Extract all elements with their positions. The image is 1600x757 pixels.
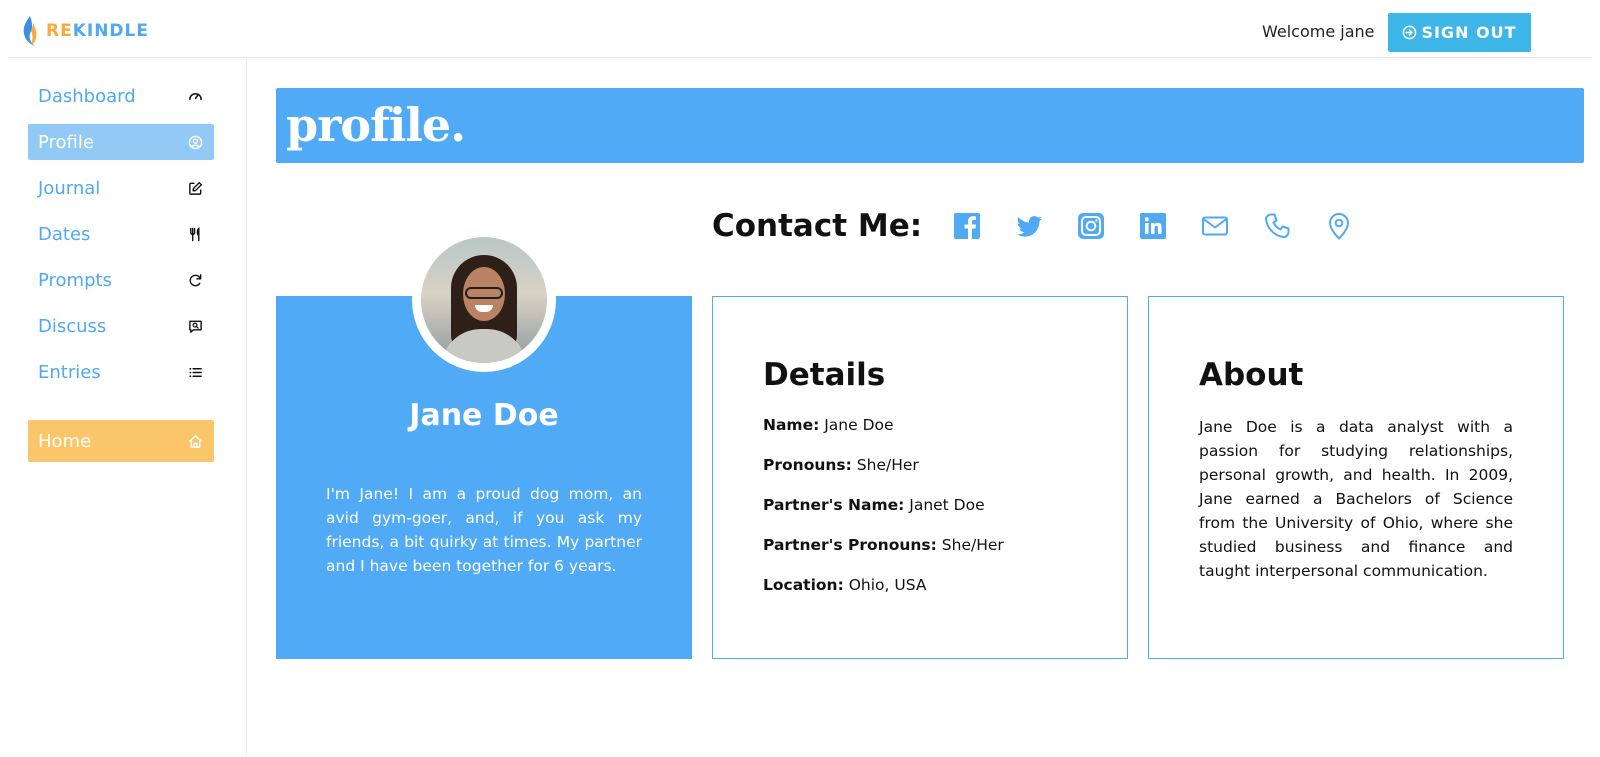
sign-out-button[interactable]: SIGN OUT (1388, 13, 1531, 52)
sidebar-item-label: Dates (38, 223, 91, 245)
instagram-icon[interactable] (1074, 209, 1108, 243)
app-logo[interactable]: REKINDLE (20, 15, 149, 47)
sidebar-item-dates[interactable]: Dates (28, 216, 214, 252)
sign-out-icon (1403, 25, 1417, 40)
twitter-icon[interactable] (1012, 209, 1046, 243)
about-card: About Jane Doe is a data analyst with a … (1148, 296, 1564, 659)
top-bar: REKINDLE Welcome jane SIGN OUT (8, 0, 1592, 58)
profile-photo (421, 237, 547, 363)
about-title: About (1199, 357, 1304, 393)
sidebar-item-label: Home (38, 430, 92, 452)
detail-location: Location: Ohio, USA (763, 576, 926, 594)
home-icon (186, 432, 204, 450)
sidebar-item-entries[interactable]: Entries (28, 354, 214, 390)
detail-value: Ohio, USA (848, 576, 927, 594)
sidebar-item-home[interactable]: Home (28, 420, 214, 462)
facebook-icon[interactable] (950, 209, 984, 243)
sidebar-item-label: Journal (38, 177, 101, 199)
page-title: profile. (286, 98, 466, 152)
sidebar-item-label: Discuss (38, 315, 107, 337)
detail-value: She/Her (941, 536, 1004, 554)
detail-label: Partner's Name: (763, 496, 905, 514)
profile-bio: I'm Jane! I am a proud dog mom, an avid … (326, 485, 642, 575)
sidebar-item-prompts[interactable]: Prompts (28, 262, 214, 298)
detail-partner-name: Partner's Name: Janet Doe (763, 496, 985, 514)
welcome-text: Welcome jane (1262, 22, 1375, 41)
user-circle-icon (186, 133, 204, 151)
location-pin-icon[interactable] (1322, 209, 1356, 243)
detail-pronouns: Pronouns: She/Her (763, 456, 919, 474)
details-card: Details Name: Jane Doe Pronouns: She/Her… (712, 296, 1128, 659)
sidebar-item-profile[interactable]: Profile (28, 124, 214, 160)
detail-label: Pronouns: (763, 456, 852, 474)
detail-value: Janet Doe (909, 496, 985, 514)
detail-label: Location: (763, 576, 844, 594)
utensils-icon (186, 225, 204, 243)
sidebar-item-discuss[interactable]: Discuss (28, 308, 214, 344)
sidebar-item-label: Prompts (38, 269, 112, 291)
sidebar-item-label: Dashboard (38, 85, 136, 107)
message-search-icon (186, 317, 204, 335)
detail-value: Jane Doe (824, 416, 894, 434)
flame-logo-icon (23, 16, 37, 46)
contact-row: Contact Me: (712, 208, 1384, 244)
sidebar-item-label: Profile (38, 131, 94, 153)
avatar (412, 228, 556, 372)
detail-label: Partner's Pronouns: (763, 536, 937, 554)
detail-name: Name: Jane Doe (763, 416, 894, 434)
sidebar: Dashboard Profile Journal Dates Prompts … (8, 59, 247, 757)
profile-name: Jane Doe (409, 398, 559, 433)
sidebar-item-dashboard[interactable]: Dashboard (28, 78, 214, 114)
edit-icon (186, 179, 204, 197)
page-banner: profile. (276, 88, 1584, 163)
sign-out-label: SIGN OUT (1421, 23, 1517, 42)
phone-icon[interactable] (1260, 209, 1294, 243)
gauge-icon (186, 87, 204, 105)
details-title: Details (763, 357, 886, 393)
linkedin-icon[interactable] (1136, 209, 1170, 243)
sidebar-item-label: Entries (38, 361, 101, 383)
sidebar-item-journal[interactable]: Journal (28, 170, 214, 206)
about-text: Jane Doe is a data analyst with a passio… (1199, 418, 1513, 580)
detail-label: Name: (763, 416, 820, 434)
detail-value: She/Her (856, 456, 919, 474)
list-icon (186, 363, 204, 381)
refresh-icon (186, 271, 204, 289)
mail-icon[interactable] (1198, 209, 1232, 243)
logo-text: REKINDLE (46, 21, 149, 41)
contact-title: Contact Me: (712, 208, 923, 244)
detail-partner-pronouns: Partner's Pronouns: She/Her (763, 536, 1004, 554)
